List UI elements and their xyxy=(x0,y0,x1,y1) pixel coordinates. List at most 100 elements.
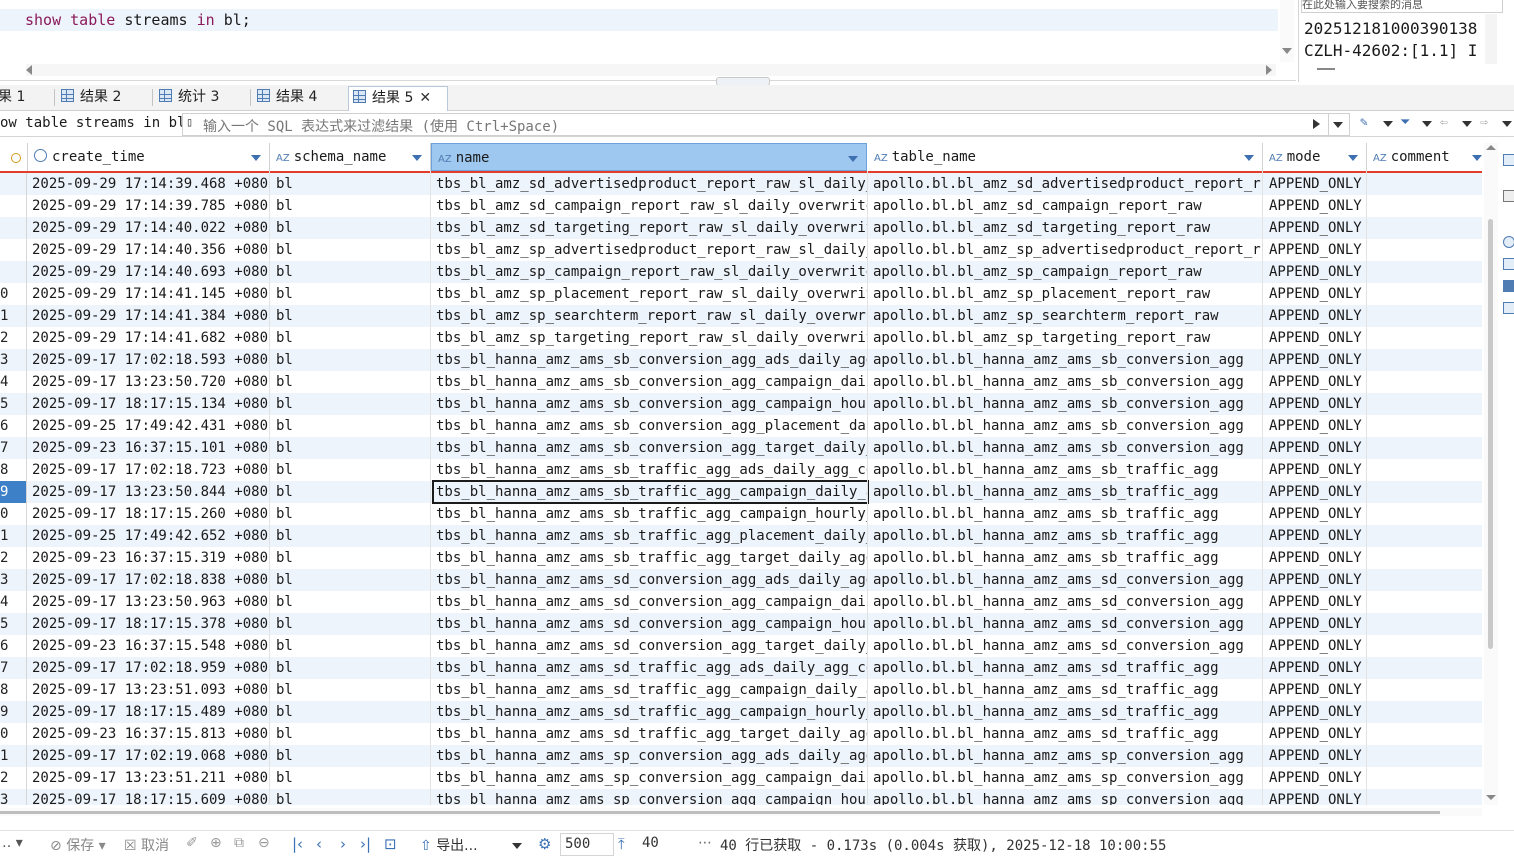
cell-create-time[interactable]: 2025-09-25 17:49:42.652 +0800 xyxy=(32,525,268,547)
grid-view-icon[interactable] xyxy=(1503,154,1514,166)
cell-table-name[interactable]: apollo.bl.bl_hanna_amz_ams_sp_conversion… xyxy=(873,789,1261,805)
row-number-cell[interactable]: 2 xyxy=(0,767,27,789)
column-header-name[interactable]: AZ name xyxy=(431,143,867,171)
sql-editor[interactable]: show table streams in bl; xyxy=(0,0,1296,81)
cell-schema-name[interactable]: bl xyxy=(276,195,426,217)
column-header-table-name[interactable]: AZ table_name xyxy=(868,143,1263,171)
tab-stats-3[interactable]: 统计 3 xyxy=(155,86,219,109)
cell-mode[interactable]: APPEND_ONLY xyxy=(1269,217,1365,239)
cell-create-time[interactable]: 2025-09-17 13:23:51.211 +0800 xyxy=(32,767,268,789)
cell-create-time[interactable]: 2025-09-17 17:02:19.068 +0800 xyxy=(32,745,268,767)
cell-create-time[interactable]: 2025-09-17 17:02:18.838 +0800 xyxy=(32,569,268,591)
cell-mode[interactable]: APPEND_ONLY xyxy=(1269,525,1365,547)
chevron-down-icon[interactable] xyxy=(1422,121,1432,127)
table-row[interactable]: 0 2025-09-23 16:37:15.813 +0800 bl tbs_bl_h… xyxy=(0,723,1482,745)
cell-create-time[interactable]: 2025-09-29 17:14:41.384 +0800 xyxy=(32,305,268,327)
cell-schema-name[interactable]: bl xyxy=(276,613,426,635)
cell-schema-name[interactable]: bl xyxy=(276,459,426,481)
cell-name[interactable]: tbs_bl_amz_sp_targeting_report_raw_sl_da… xyxy=(436,327,868,349)
cell-mode[interactable]: APPEND_ONLY xyxy=(1269,657,1365,679)
copy-row-icon[interactable]: ⧉ xyxy=(234,835,244,851)
cell-comment[interactable] xyxy=(1373,173,1479,195)
panels-icon[interactable] xyxy=(1503,280,1514,292)
cell-mode[interactable]: APPEND_ONLY xyxy=(1269,547,1365,569)
cell-mode[interactable]: APPEND_ONLY xyxy=(1269,635,1365,657)
cell-schema-name[interactable]: bl xyxy=(276,173,426,195)
cell-table-name[interactable]: apollo.bl.bl_amz_sp_targeting_report_raw xyxy=(873,327,1261,349)
row-number-cell[interactable]: 4 xyxy=(0,591,27,613)
table-row[interactable]: 2025-09-29 17:14:39.785 +0800 bl tbs_bl_am… xyxy=(0,195,1482,217)
row-number-cell[interactable] xyxy=(0,239,27,261)
table-row[interactable]: 3 2025-09-17 18:17:15.609 +0800 bl tbs_bl_h… xyxy=(0,789,1482,805)
cell-mode[interactable]: APPEND_ONLY xyxy=(1269,481,1365,503)
cell-mode[interactable]: APPEND_ONLY xyxy=(1269,613,1365,635)
cell-name[interactable]: tbs_bl_amz_sd_campaign_report_raw_sl_dai… xyxy=(436,195,868,217)
cell-mode[interactable]: APPEND_ONLY xyxy=(1269,261,1365,283)
cell-comment[interactable] xyxy=(1373,789,1479,805)
table-row[interactable]: 8 2025-09-17 17:02:18.723 +0800 bl tbs_bl_h… xyxy=(0,459,1482,481)
scroll-down-icon[interactable] xyxy=(1486,795,1496,800)
cell-name[interactable]: tbs_bl_hanna_amz_ams_sp_conversion_agg_c… xyxy=(436,789,868,805)
sort-arrow-icon[interactable] xyxy=(251,155,261,161)
cell-name[interactable]: tbs_bl_amz_sp_placement_report_raw_sl_da… xyxy=(436,283,868,305)
cell-comment[interactable] xyxy=(1373,657,1479,679)
cell-create-time[interactable]: 2025-09-29 17:14:39.785 +0800 xyxy=(32,195,268,217)
cell-schema-name[interactable]: bl xyxy=(276,437,426,459)
cell-name[interactable]: tbs_bl_amz_sp_searchterm_report_raw_sl_d… xyxy=(436,305,868,327)
cell-comment[interactable] xyxy=(1373,547,1479,569)
scroll-thumb[interactable] xyxy=(0,811,1440,814)
cell-create-time[interactable]: 2025-09-17 13:23:50.963 +0800 xyxy=(32,591,268,613)
cell-name[interactable]: tbs_bl_hanna_amz_ams_sb_traffic_agg_camp… xyxy=(432,480,869,504)
cell-create-time[interactable]: 2025-09-17 18:17:15.134 +0800 xyxy=(32,393,268,415)
cell-schema-name[interactable]: bl xyxy=(276,349,426,371)
table-row[interactable]: 2025-09-29 17:14:39.468 +0800 bl tbs_bl_am… xyxy=(0,173,1482,195)
cell-create-time[interactable]: 2025-09-17 17:02:18.959 +0800 xyxy=(32,657,268,679)
cell-name[interactable]: tbs_bl_hanna_amz_ams_sd_traffic_agg_camp… xyxy=(436,701,868,723)
row-number-cell[interactable] xyxy=(0,195,27,217)
cell-table-name[interactable]: apollo.bl.bl_hanna_amz_ams_sd_conversion… xyxy=(873,635,1261,657)
row-number-cell[interactable]: 5 xyxy=(0,613,27,635)
cell-table-name[interactable]: apollo.bl.bl_hanna_amz_ams_sd_traffic_ag… xyxy=(873,701,1261,723)
cell-table-name[interactable]: apollo.bl.bl_hanna_amz_ams_sb_conversion… xyxy=(873,371,1261,393)
cell-table-name[interactable]: apollo.bl.bl_hanna_amz_ams_sd_traffic_ag… xyxy=(873,679,1261,701)
table-row[interactable]: 1 2025-09-29 17:14:41.384 +0800 bl tbs_bl_a… xyxy=(0,305,1482,327)
table-row[interactable]: 2 2025-09-17 13:23:51.211 +0800 bl tbs_bl_h… xyxy=(0,767,1482,789)
row-number-cell[interactable]: 7 xyxy=(0,657,27,679)
edit-row-icon[interactable]: ✐ xyxy=(186,835,198,851)
more-options-icon[interactable]: ‥ ▾ xyxy=(2,835,23,851)
cell-create-time[interactable]: 2025-09-29 17:14:40.693 +0800 xyxy=(32,261,268,283)
cell-schema-name[interactable]: bl xyxy=(276,327,426,349)
scroll-left-icon[interactable] xyxy=(26,65,32,75)
cell-name[interactable]: tbs_bl_hanna_amz_ams_sd_traffic_agg_camp… xyxy=(436,679,868,701)
table-row[interactable]: 9 2025-09-17 18:17:15.489 +0800 bl tbs_bl_h… xyxy=(0,701,1482,723)
cell-schema-name[interactable]: bl xyxy=(276,217,426,239)
cell-name[interactable]: tbs_bl_hanna_amz_ams_sd_conversion_agg_t… xyxy=(436,635,868,657)
cell-mode[interactable]: APPEND_ONLY xyxy=(1269,767,1365,789)
cell-mode[interactable]: APPEND_ONLY xyxy=(1269,789,1365,805)
cell-schema-name[interactable]: bl xyxy=(276,745,426,767)
cell-table-name[interactable]: apollo.bl.bl_hanna_amz_ams_sb_traffic_ag… xyxy=(873,547,1261,569)
cell-schema-name[interactable]: bl xyxy=(276,481,426,503)
row-number-cell[interactable]: 0 xyxy=(0,723,27,745)
results-grid[interactable]: create_time AZ schema_name AZ name AZ table… xyxy=(0,143,1482,805)
table-row[interactable]: 0 2025-09-17 18:17:15.260 +0800 bl tbs_bl_h… xyxy=(0,503,1482,525)
chevron-down-icon[interactable] xyxy=(1502,121,1512,127)
table-row[interactable]: 1 2025-09-17 17:02:19.068 +0800 bl tbs_bl_h… xyxy=(0,745,1482,767)
row-number-cell[interactable]: 6 xyxy=(0,635,27,657)
cell-schema-name[interactable]: bl xyxy=(276,239,426,261)
cell-mode[interactable]: APPEND_ONLY xyxy=(1269,173,1365,195)
export-button[interactable]: ⇧ 导出... xyxy=(420,835,478,855)
cell-table-name[interactable]: apollo.bl.bl_hanna_amz_ams_sp_conversion… xyxy=(873,745,1261,767)
sort-arrow-icon[interactable] xyxy=(848,156,858,162)
cell-table-name[interactable]: apollo.bl.bl_amz_sp_placement_report_raw xyxy=(873,283,1261,305)
cell-create-time[interactable]: 2025-09-29 17:14:41.682 +0800 xyxy=(32,327,268,349)
cell-comment[interactable] xyxy=(1373,283,1479,305)
cell-comment[interactable] xyxy=(1373,371,1479,393)
cell-name[interactable]: tbs_bl_hanna_amz_ams_sp_conversion_agg_a… xyxy=(436,745,868,767)
cell-name[interactable]: tbs_bl_hanna_amz_ams_sb_traffic_agg_plac… xyxy=(436,525,868,547)
add-row-icon[interactable]: ⊕ xyxy=(210,835,222,851)
cell-name[interactable]: tbs_bl_hanna_amz_ams_sd_conversion_agg_a… xyxy=(436,569,868,591)
cell-name[interactable]: tbs_bl_amz_sp_campaign_report_raw_sl_dai… xyxy=(436,261,868,283)
cell-create-time[interactable]: 2025-09-23 16:37:15.101 +0800 xyxy=(32,437,268,459)
cell-create-time[interactable]: 2025-09-17 18:17:15.609 +0800 xyxy=(32,789,268,805)
